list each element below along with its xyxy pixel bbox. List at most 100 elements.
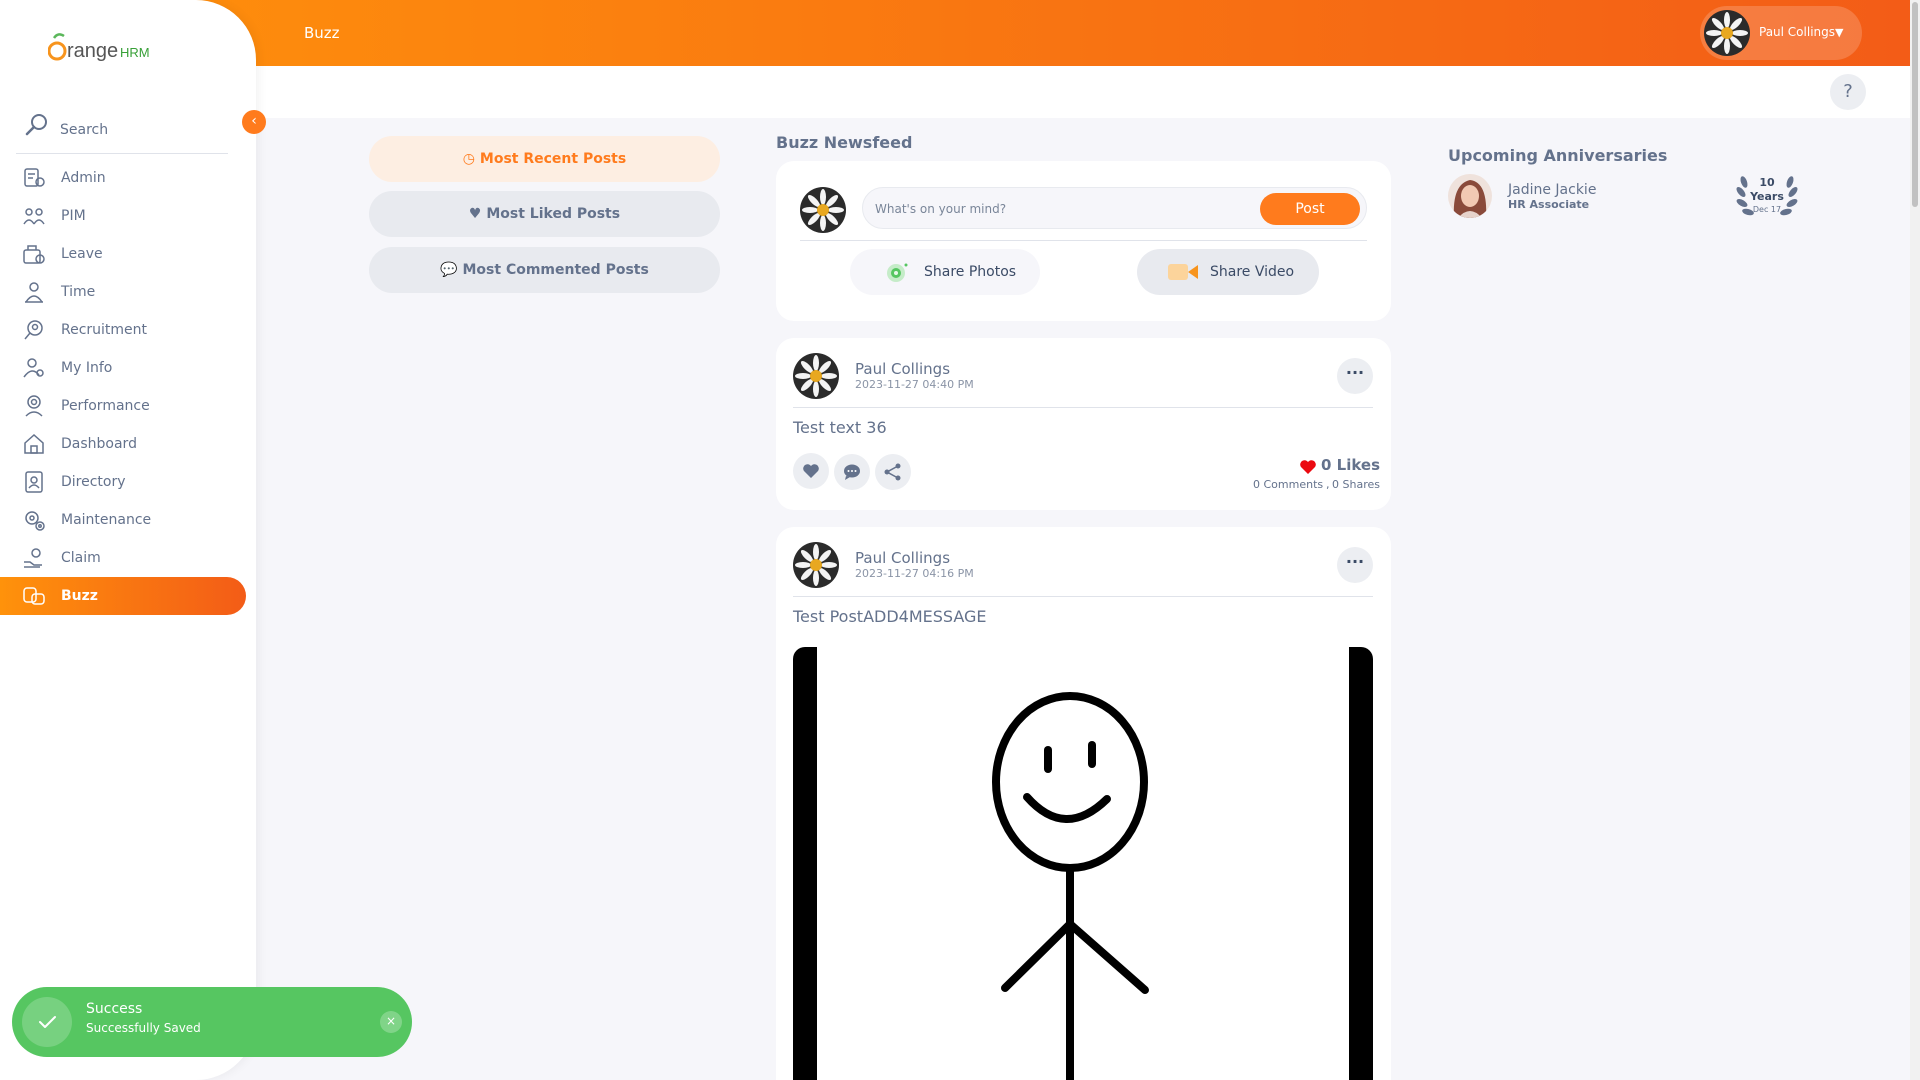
like-button[interactable] bbox=[793, 453, 829, 489]
search-icon bbox=[25, 114, 47, 136]
share-icon bbox=[884, 463, 901, 481]
filter-most-recent-button[interactable]: ◷ Most Recent Posts bbox=[369, 136, 720, 182]
close-icon[interactable]: × bbox=[380, 1011, 402, 1033]
post-image[interactable] bbox=[793, 647, 1373, 1080]
user-name: Paul Collings bbox=[1759, 25, 1836, 39]
post-author-name: Paul Collings bbox=[855, 360, 951, 378]
sidebar-item-claim[interactable]: Claim bbox=[0, 539, 256, 577]
sidebar-item-buzz[interactable]: Buzz bbox=[0, 577, 246, 615]
sidebar: range HRM Search Admin PIM Leave Time Re… bbox=[0, 0, 256, 1080]
filter-label: Most Commented Posts bbox=[462, 262, 649, 278]
post-timestamp: 2023-11-27 04:16 PM bbox=[855, 567, 974, 580]
stick-figure-image bbox=[793, 647, 1373, 1080]
shares-count[interactable]: 0 Shares bbox=[1332, 478, 1380, 491]
admin-icon bbox=[24, 168, 45, 187]
clock-icon: ◷ bbox=[462, 151, 476, 167]
employee-name: Jadine Jackie bbox=[1508, 182, 1597, 198]
more-options-button[interactable]: ··· bbox=[1337, 547, 1373, 583]
post-author-avatar bbox=[793, 542, 839, 588]
feed-title: Buzz Newsfeed bbox=[776, 133, 913, 152]
anniversary-date: Dec 17 bbox=[1752, 205, 1782, 214]
sidebar-item-maintenance[interactable]: Maintenance bbox=[0, 501, 256, 539]
recruitment-icon bbox=[24, 320, 43, 340]
more-options-button[interactable]: ··· bbox=[1337, 358, 1373, 394]
camera-icon bbox=[887, 263, 908, 282]
dashboard-icon bbox=[24, 433, 44, 454]
sidebar-item-time[interactable]: Time bbox=[0, 273, 256, 311]
employee-role: HR Associate bbox=[1508, 198, 1590, 211]
post-card: Paul Collings 2023-11-27 04:16 PM ··· Te… bbox=[776, 527, 1391, 1080]
sidebar-item-recruitment[interactable]: Recruitment bbox=[0, 311, 256, 349]
sub-header bbox=[256, 66, 1910, 118]
post-author-name: Paul Collings bbox=[855, 549, 951, 567]
success-toast: Success Successfully Saved × bbox=[12, 987, 412, 1057]
heart-icon: ♥ bbox=[468, 206, 482, 222]
claim-icon bbox=[24, 548, 42, 568]
help-button[interactable]: ? bbox=[1830, 74, 1866, 110]
filter-label: Most Liked Posts bbox=[486, 206, 621, 222]
user-avatar bbox=[1704, 10, 1750, 56]
filter-most-liked-button[interactable]: ♥ Most Liked Posts bbox=[369, 191, 720, 237]
divider bbox=[800, 240, 1367, 241]
scrollbar-thumb[interactable] bbox=[1912, 2, 1918, 207]
share-photos-label: Share Photos bbox=[924, 264, 1017, 280]
comments-count[interactable]: 0 Comments bbox=[1253, 478, 1323, 491]
svg-text:range: range bbox=[67, 40, 118, 62]
composer-avatar bbox=[800, 187, 846, 233]
sidebar-collapse-button[interactable]: ‹ bbox=[242, 110, 266, 134]
orangehrm-logo: range HRM bbox=[48, 33, 150, 62]
page-title: Buzz bbox=[304, 24, 340, 42]
my-info-icon bbox=[23, 358, 44, 378]
maintenance-icon bbox=[25, 511, 45, 531]
filter-label: Most Recent Posts bbox=[479, 151, 627, 167]
video-camera-icon bbox=[1168, 264, 1198, 280]
anniversary-years: 10 bbox=[1759, 176, 1775, 189]
comment-icon bbox=[844, 464, 860, 480]
performance-icon bbox=[25, 395, 43, 417]
counts-separator: , bbox=[1326, 478, 1330, 491]
chevron-down-icon: ▼ bbox=[1835, 26, 1844, 39]
share-button[interactable] bbox=[875, 454, 911, 490]
check-icon bbox=[22, 997, 72, 1047]
post-input-placeholder: What's on your mind? bbox=[875, 202, 1007, 216]
post-author-avatar bbox=[793, 353, 839, 399]
leave-icon bbox=[23, 245, 45, 264]
search-label: Search bbox=[60, 122, 109, 138]
svg-text:HRM: HRM bbox=[120, 45, 150, 60]
post-card: Paul Collings 2023-11-27 04:40 PM ··· Te… bbox=[776, 338, 1391, 510]
filter-most-commented-button[interactable]: 💬 Most Commented Posts bbox=[369, 247, 720, 293]
post-text: Test PostADD4MESSAGE bbox=[793, 607, 987, 626]
sidebar-item-pim[interactable]: PIM bbox=[0, 197, 256, 235]
toast-title: Success bbox=[86, 1001, 143, 1017]
sidebar-item-leave[interactable]: Leave bbox=[0, 235, 256, 273]
divider bbox=[793, 407, 1373, 408]
sidebar-item-dashboard[interactable]: Dashboard bbox=[0, 425, 256, 463]
sidebar-item-admin[interactable]: Admin bbox=[0, 159, 256, 197]
page-scrollbar[interactable] bbox=[1910, 0, 1920, 1080]
likes-count: 0 Likes bbox=[1321, 456, 1381, 474]
anniversaries-title: Upcoming Anniversaries bbox=[1448, 146, 1668, 165]
user-menu-button[interactable]: Paul Collings ▼ bbox=[1700, 6, 1862, 60]
buzz-icon bbox=[23, 587, 45, 605]
anniversary-badge: 10 Years Dec 17 bbox=[1732, 172, 1802, 220]
share-photos-button[interactable]: Share Photos bbox=[850, 249, 1040, 295]
employee-avatar bbox=[1448, 174, 1492, 218]
post-button[interactable]: Post bbox=[1260, 193, 1360, 225]
sidebar-search[interactable]: Search bbox=[16, 108, 228, 154]
anniversary-years-label: Years bbox=[1750, 190, 1784, 203]
liked-heart-icon bbox=[1300, 460, 1316, 474]
share-video-button[interactable]: Share Video bbox=[1137, 249, 1319, 295]
sidebar-item-performance[interactable]: Performance bbox=[0, 387, 256, 425]
post-text: Test text 36 bbox=[793, 418, 887, 437]
sidebar-item-directory[interactable]: Directory bbox=[0, 463, 256, 501]
share-video-label: Share Video bbox=[1210, 264, 1295, 280]
comment-button[interactable] bbox=[834, 454, 870, 490]
post-timestamp: 2023-11-27 04:40 PM bbox=[855, 378, 974, 391]
directory-icon bbox=[25, 471, 43, 493]
sidebar-item-my-info[interactable]: My Info bbox=[0, 349, 256, 387]
toast-message: Successfully Saved bbox=[86, 1021, 201, 1035]
pim-icon bbox=[23, 208, 45, 225]
time-icon bbox=[25, 282, 43, 303]
top-bar: Buzz Paul Collings ▼ bbox=[0, 0, 1910, 66]
main-menu: Admin PIM Leave Time Recruitment My Info… bbox=[0, 159, 256, 615]
